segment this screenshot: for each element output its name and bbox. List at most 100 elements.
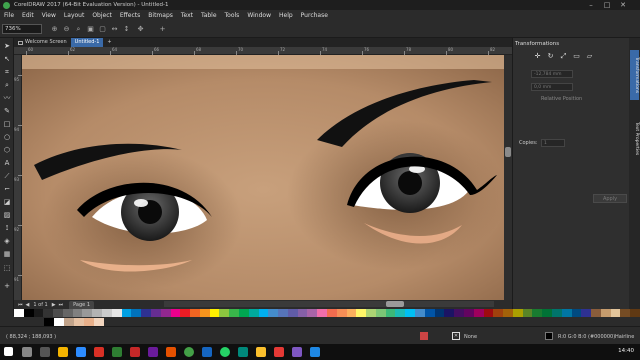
palette-swatch[interactable] — [336, 309, 347, 317]
document-palette-swatch[interactable] — [54, 318, 64, 326]
transparency-tool-icon[interactable]: ▨ — [2, 211, 12, 220]
palette-swatch[interactable] — [620, 309, 631, 317]
palette-swatch[interactable] — [385, 309, 396, 317]
last-page-icon[interactable]: ⏭ — [59, 302, 64, 308]
freehand-tool-icon[interactable]: 〰 — [2, 94, 12, 103]
apply-button[interactable]: Apply — [593, 194, 627, 203]
interactive-fill-icon[interactable]: ◈ — [2, 237, 12, 246]
palette-swatch[interactable] — [551, 309, 562, 317]
horizontal-ruler[interactable]: 60 62 64 66 68 70 72 74 76 78 80 82 — [14, 47, 512, 55]
menu-edit[interactable]: Edit — [22, 12, 34, 19]
zoom-selected-icon[interactable]: ⌕ — [74, 25, 83, 34]
size-icon[interactable]: ▭ — [572, 52, 581, 61]
vertical-ruler[interactable]: 95 94 93 92 91 — [14, 55, 22, 300]
app-icon[interactable] — [166, 347, 176, 357]
menu-text[interactable]: Text — [181, 12, 193, 19]
palette-swatch[interactable] — [375, 309, 386, 317]
palette-swatch[interactable] — [121, 309, 132, 317]
eyedropper-tool-icon[interactable]: ⟟ — [2, 224, 12, 233]
palette-swatch[interactable] — [532, 309, 543, 317]
rotate-icon[interactable]: ↻ — [546, 52, 555, 61]
explorer-icon[interactable] — [76, 347, 86, 357]
document-palette[interactable] — [44, 318, 104, 326]
menu-table[interactable]: Table — [201, 12, 217, 19]
palette-swatch[interactable] — [150, 309, 161, 317]
palette-swatch[interactable] — [600, 309, 611, 317]
palette-swatch[interactable] — [209, 309, 220, 317]
menu-object[interactable]: Object — [92, 12, 112, 19]
browser-icon[interactable] — [58, 347, 68, 357]
app-icon[interactable] — [148, 347, 158, 357]
tab-text-properties[interactable]: Text Properties — [630, 114, 639, 164]
position-icon[interactable]: ✛ — [533, 52, 542, 61]
tab-welcome-screen[interactable]: Welcome Screen — [14, 38, 71, 47]
palette-swatch[interactable] — [405, 309, 416, 317]
tab-transformations[interactable]: Transformations — [630, 50, 639, 100]
menu-view[interactable]: View — [42, 12, 56, 19]
app-icon[interactable] — [94, 347, 104, 357]
prev-page-icon[interactable]: ◀ — [26, 302, 30, 308]
palette-swatch[interactable] — [542, 309, 552, 317]
document-palette-swatch[interactable] — [74, 318, 84, 326]
palette-swatch[interactable] — [317, 309, 327, 317]
vertical-scroll-thumb[interactable] — [505, 147, 511, 157]
vertical-scrollbar[interactable] — [504, 55, 512, 300]
palette-swatch[interactable] — [160, 309, 171, 317]
palette-swatch[interactable] — [424, 309, 435, 317]
connector-tool-icon[interactable]: ⌐ — [2, 185, 12, 194]
palette-swatch[interactable] — [366, 309, 376, 317]
next-page-icon[interactable]: ▶ — [52, 302, 56, 308]
ellipse-tool-icon[interactable]: ○ — [2, 133, 12, 142]
menu-window[interactable]: Window — [247, 12, 271, 19]
palette-swatch[interactable] — [23, 309, 34, 317]
app-icon[interactable] — [202, 347, 212, 357]
first-page-icon[interactable]: ⏮ — [18, 302, 23, 308]
minimize-button[interactable]: – — [584, 0, 598, 10]
document-palette-swatch[interactable] — [84, 318, 94, 326]
app-icon[interactable] — [310, 347, 320, 357]
start-icon[interactable] — [4, 347, 13, 356]
palette-swatch[interactable] — [473, 309, 484, 317]
palette-swatch[interactable] — [199, 309, 210, 317]
palette-swatch[interactable] — [307, 309, 318, 317]
drawing-canvas[interactable] — [22, 55, 504, 300]
y-position-field[interactable]: 0,0 mm — [531, 83, 573, 91]
menu-effects[interactable]: Effects — [120, 12, 140, 19]
app-icon[interactable] — [238, 347, 248, 357]
palette-swatch[interactable] — [327, 309, 337, 317]
menu-tools[interactable]: Tools — [225, 12, 240, 19]
smart-fill-icon[interactable]: ▦ — [2, 250, 12, 259]
palette-swatch[interactable] — [170, 309, 181, 317]
zoom-width-icon[interactable]: ↔ — [110, 25, 119, 34]
palette-swatch[interactable] — [571, 309, 582, 317]
palette-swatch[interactable] — [287, 309, 298, 317]
zoom-in-icon[interactable]: ⊕ — [50, 25, 59, 34]
color-palette[interactable] — [14, 309, 640, 317]
palette-swatch[interactable] — [72, 309, 83, 317]
palette-swatch[interactable] — [493, 309, 504, 317]
relative-position-checkbox[interactable]: Relative Position — [541, 96, 582, 102]
document-palette-swatch[interactable] — [44, 318, 54, 326]
copies-field[interactable]: 1 — [541, 139, 565, 147]
app-icon[interactable] — [112, 347, 122, 357]
palette-swatch[interactable] — [610, 309, 621, 317]
skew-icon[interactable]: ▱ — [585, 52, 594, 61]
palette-swatch[interactable] — [92, 309, 103, 317]
task-view-icon[interactable] — [40, 347, 50, 357]
palette-swatch[interactable] — [229, 309, 239, 317]
palette-swatch[interactable] — [82, 309, 93, 317]
palette-swatch[interactable] — [278, 309, 288, 317]
outline-pen-icon[interactable]: ⬚ — [2, 264, 12, 273]
app-icon[interactable] — [130, 347, 140, 357]
palette-swatch[interactable] — [346, 309, 357, 317]
palette-swatch[interactable] — [454, 309, 464, 317]
palette-swatch[interactable] — [503, 309, 513, 317]
palette-swatch[interactable] — [522, 309, 533, 317]
palette-swatch[interactable] — [180, 309, 191, 317]
palette-swatch[interactable] — [395, 309, 406, 317]
palette-swatch[interactable] — [512, 309, 523, 317]
zoom-tool-icon[interactable]: ⌕ — [2, 81, 12, 90]
pan-icon[interactable]: ✥ — [136, 25, 145, 34]
rectangle-tool-icon[interactable]: □ — [2, 120, 12, 129]
dimension-tool-icon[interactable]: ⟋ — [2, 172, 12, 181]
